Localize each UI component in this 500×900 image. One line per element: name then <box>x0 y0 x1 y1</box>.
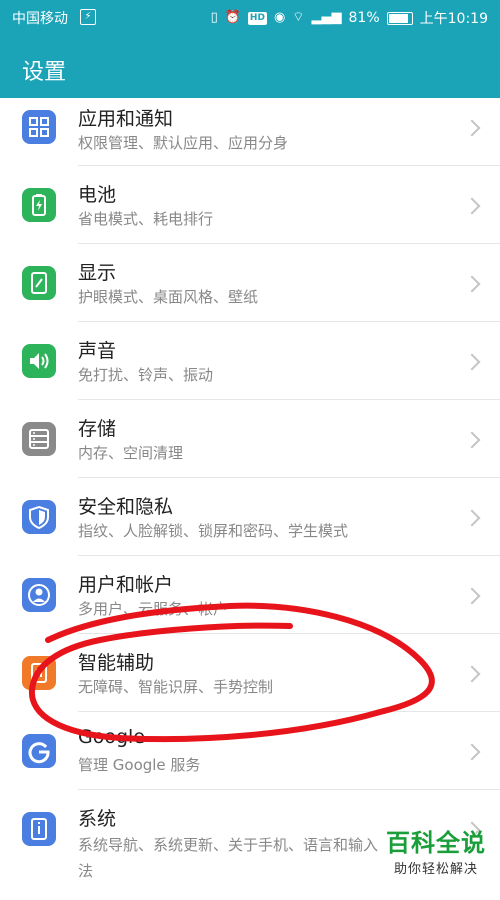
chevron-right-icon <box>463 665 481 683</box>
settings-item-title: 智能辅助 <box>78 652 155 674</box>
settings-item-title: 电池 <box>78 184 117 206</box>
chevron-right-icon <box>463 509 481 527</box>
settings-item-battery[interactable]: 电池 省电模式、耗电排行 <box>0 166 500 244</box>
settings-item-subtitle: 权限管理、默认应用、应用分身 <box>78 134 289 152</box>
display-icon <box>22 266 56 300</box>
settings-item-title: 声音 <box>78 340 117 362</box>
signal-icon: ▂▄▆ <box>311 10 342 25</box>
google-icon <box>22 734 56 768</box>
settings-item-sound[interactable]: 声音 免打扰、铃声、振动 <box>0 322 500 400</box>
watermark: 百科全说 助你轻松解决 <box>386 823 486 877</box>
eye-comfort-icon: ◉ <box>273 10 286 25</box>
battery-icon <box>22 188 56 222</box>
clock: 上午10:19 <box>419 11 488 27</box>
settings-list: 应用和通知 权限管理、默认应用、应用分身 电池 省电模式、耗电排行 显示 护眼模… <box>0 98 500 900</box>
settings-item-subtitle: 无障碍、智能识屏、手势控制 <box>78 678 274 696</box>
settings-item-subtitle: 免打扰、铃声、振动 <box>78 366 214 384</box>
settings-item-subtitle: 内存、空间清理 <box>78 444 184 462</box>
status-icons: ▯ ⏰ HD ◉ ⌔ ▂▄▆ 81% 上午10:19 <box>211 8 488 28</box>
hd-icon: HD <box>247 11 267 25</box>
settings-item-title: 用户和帐户 <box>78 574 174 596</box>
settings-item-subtitle: 多用户、云服务、帐户 <box>78 600 229 618</box>
settings-item-title: 安全和隐私 <box>78 496 174 518</box>
user-icon <box>22 578 56 612</box>
battery-percent: 81% <box>348 10 380 26</box>
chevron-right-icon <box>463 275 481 293</box>
system-info-icon <box>22 812 56 846</box>
storage-icon <box>22 422 56 456</box>
chevron-right-icon <box>463 353 481 371</box>
settings-item-subtitle: 指纹、人脸解锁、锁屏和密码、学生模式 <box>78 522 349 540</box>
app-header: 中国移动 ⚡ ▯ ⏰ HD ◉ ⌔ ▂▄▆ 81% 上午10:19 设置 <box>0 0 500 98</box>
vibrate-icon: ▯ <box>210 10 218 25</box>
settings-item-google[interactable]: Google 管理 Google 服务 <box>0 712 500 790</box>
chevron-right-icon <box>463 197 481 215</box>
charging-icon: ⚡ <box>80 9 96 25</box>
chevron-right-icon <box>463 119 481 137</box>
settings-item-title: Google <box>78 726 146 748</box>
watermark-title: 百科全说 <box>386 829 486 857</box>
settings-item-subtitle: 管理 Google 服务 <box>78 756 201 774</box>
apps-grid-icon <box>22 110 56 144</box>
speaker-icon <box>22 344 56 378</box>
alarm-icon: ⏰ <box>224 10 241 25</box>
settings-item-subtitle: 省电模式、耗电排行 <box>78 210 214 228</box>
settings-item-title: 应用和通知 <box>78 108 174 130</box>
settings-item-subtitle: 护眼模式、桌面风格、壁纸 <box>78 288 259 306</box>
chevron-right-icon <box>463 743 481 761</box>
settings-item-subtitle: 系统导航、系统更新、关于手机、语言和输入法 <box>78 836 379 880</box>
shield-icon <box>22 500 56 534</box>
settings-item-title: 存储 <box>78 418 117 440</box>
page-title: 设置 <box>22 60 67 85</box>
carrier-name: 中国移动 <box>12 11 68 27</box>
settings-item-title: 系统 <box>78 808 117 830</box>
chevron-right-icon <box>463 587 481 605</box>
settings-item-display[interactable]: 显示 护眼模式、桌面风格、壁纸 <box>0 244 500 322</box>
battery-status-icon <box>386 11 413 25</box>
hand-icon <box>22 656 56 690</box>
settings-item-users[interactable]: 用户和帐户 多用户、云服务、帐户 <box>0 556 500 634</box>
wifi-icon: ⌔ <box>292 10 305 25</box>
settings-item-smart-assist[interactable]: 智能辅助 无障碍、智能识屏、手势控制 <box>0 634 500 712</box>
settings-item-title: 显示 <box>78 262 117 284</box>
chevron-right-icon <box>463 431 481 449</box>
status-bar: 中国移动 ⚡ ▯ ⏰ HD ◉ ⌔ ▂▄▆ 81% 上午10:19 <box>0 0 500 34</box>
settings-item-storage[interactable]: 存储 内存、空间清理 <box>0 400 500 478</box>
watermark-subtitle: 助你轻松解决 <box>393 862 478 877</box>
settings-item-apps[interactable]: 应用和通知 权限管理、默认应用、应用分身 <box>0 98 500 166</box>
settings-item-security[interactable]: 安全和隐私 指纹、人脸解锁、锁屏和密码、学生模式 <box>0 478 500 556</box>
